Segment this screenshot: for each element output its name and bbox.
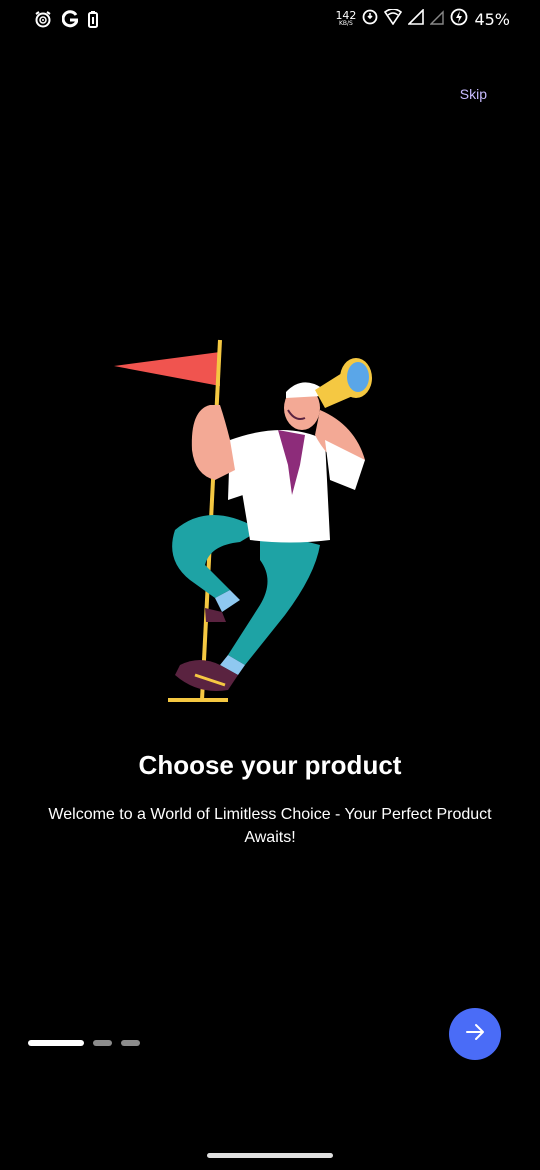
page-indicator-dot-3 (121, 1040, 140, 1046)
wifi-icon (384, 8, 403, 30)
google-icon (61, 10, 79, 33)
page-indicator-dot-1 (28, 1040, 84, 1046)
flag (114, 352, 220, 386)
onboarding-illustration (110, 330, 380, 710)
page-indicator-dot-2 (93, 1040, 112, 1046)
status-bar-right: 142 KB/S 45% (335, 8, 510, 31)
signal-icon (407, 8, 425, 30)
status-bar: 142 KB/S 45% (0, 0, 540, 40)
onboarding-subtitle: Welcome to a World of Limitless Choice -… (48, 806, 492, 846)
home-indicator[interactable] (207, 1153, 333, 1158)
arrow-right-icon (463, 1020, 487, 1049)
status-bar-left (34, 10, 98, 33)
next-button[interactable] (449, 1008, 501, 1060)
signal-icon-2 (429, 9, 445, 30)
battery-saver-icon (88, 10, 98, 33)
battery-icon (450, 8, 468, 31)
battery-percent: 45% (474, 10, 510, 29)
net-speed-value: 142 (335, 8, 357, 22)
page-indicator (28, 1040, 140, 1046)
data-saver-icon (362, 9, 378, 30)
net-speed: 142 KB/S (335, 8, 357, 28)
skip-button[interactable]: Skip (460, 86, 487, 102)
alarm-icon (34, 10, 52, 33)
onboarding-title: Choose your product (138, 750, 402, 780)
